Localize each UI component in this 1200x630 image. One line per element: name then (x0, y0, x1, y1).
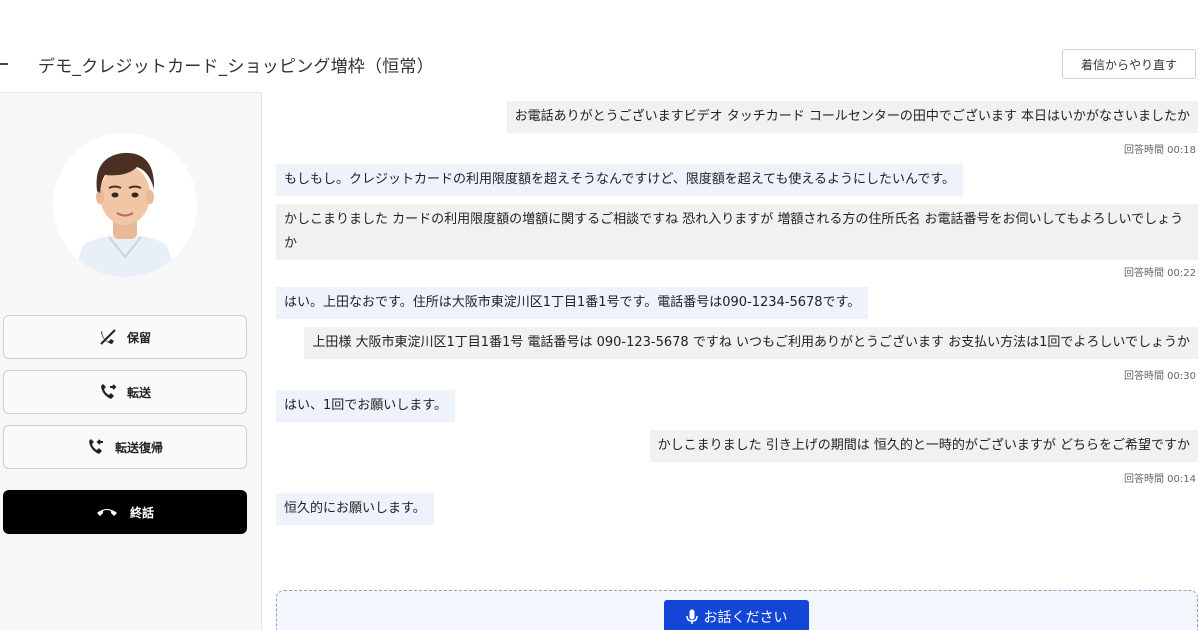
header: デモ_クレジットカード_ショッピング増枠（恒常） 着信からやり直す (0, 0, 1200, 92)
speak-label: お話ください (703, 610, 788, 626)
transfer-return-label: 転送復帰 (114, 440, 163, 455)
hold-label: 保留 (126, 330, 151, 345)
customer-message: もしもし。クレジットカードの利用限度額を超えそうなんですけど、限度額を超えても使… (276, 164, 964, 196)
sidebar: 保留 転送 転送復帰 終話 (0, 92, 262, 630)
microphone-icon (685, 609, 698, 625)
transfer-label: 転送 (126, 385, 151, 400)
customer-message: はい、1回でお願いします。 (276, 390, 455, 422)
app-root: デモ_クレジットカード_ショッピング増枠（恒常） 着信からやり直す 保留 転送 … (0, 0, 1200, 630)
hang-up-icon (96, 506, 118, 518)
customer-message: 恒久的にお願いします。 (276, 493, 434, 525)
response-time: 回答時間 00:30 (1124, 371, 1196, 382)
hold-button[interactable]: 保留 (3, 315, 247, 359)
agent-message: かしこまりました 引き上げの期間は 恒久的と一時的がございますが どちらをご希望… (649, 430, 1198, 462)
response-time: 回答時間 00:18 (1124, 145, 1196, 156)
transfer-button[interactable]: 転送 (3, 370, 247, 414)
end-call-label: 終話 (129, 505, 154, 520)
response-time: 回答時間 00:14 (1124, 474, 1196, 485)
agent-message: 上田様 大阪市東淀川区1丁目1番1号 電話番号は 090-123-5678 です… (304, 327, 1198, 359)
response-time: 回答時間 00:22 (1124, 268, 1196, 279)
agent-message: かしこまりました カードの利用限度額の増額に関するご相談ですね 恐れ入りますが … (276, 204, 1198, 260)
speak-button[interactable]: お話ください (664, 600, 809, 630)
end-call-button[interactable]: 終話 (3, 490, 247, 534)
back-icon[interactable] (0, 63, 8, 65)
conversation-log: お電話ありがとうございますビデオ タッチカード コールセンターの田中でございます… (262, 92, 1200, 630)
agent-message: お電話ありがとうございますビデオ タッチカード コールセンターの田中でございます… (506, 101, 1198, 133)
transfer-return-button[interactable]: 転送復帰 (3, 425, 247, 469)
phone-return-icon (87, 438, 105, 456)
customer-message: はい。上田なおです。住所は大阪市東淀川区1丁目1番1号です。電話番号は090-1… (276, 287, 869, 319)
phone-forward-icon (99, 383, 117, 401)
page-title: デモ_クレジットカード_ショッピング増枠（恒常） (38, 57, 434, 77)
phone-hold-icon (99, 328, 117, 346)
restart-from-incoming-button[interactable]: 着信からやり直す (1062, 49, 1196, 79)
avatar (53, 133, 197, 277)
